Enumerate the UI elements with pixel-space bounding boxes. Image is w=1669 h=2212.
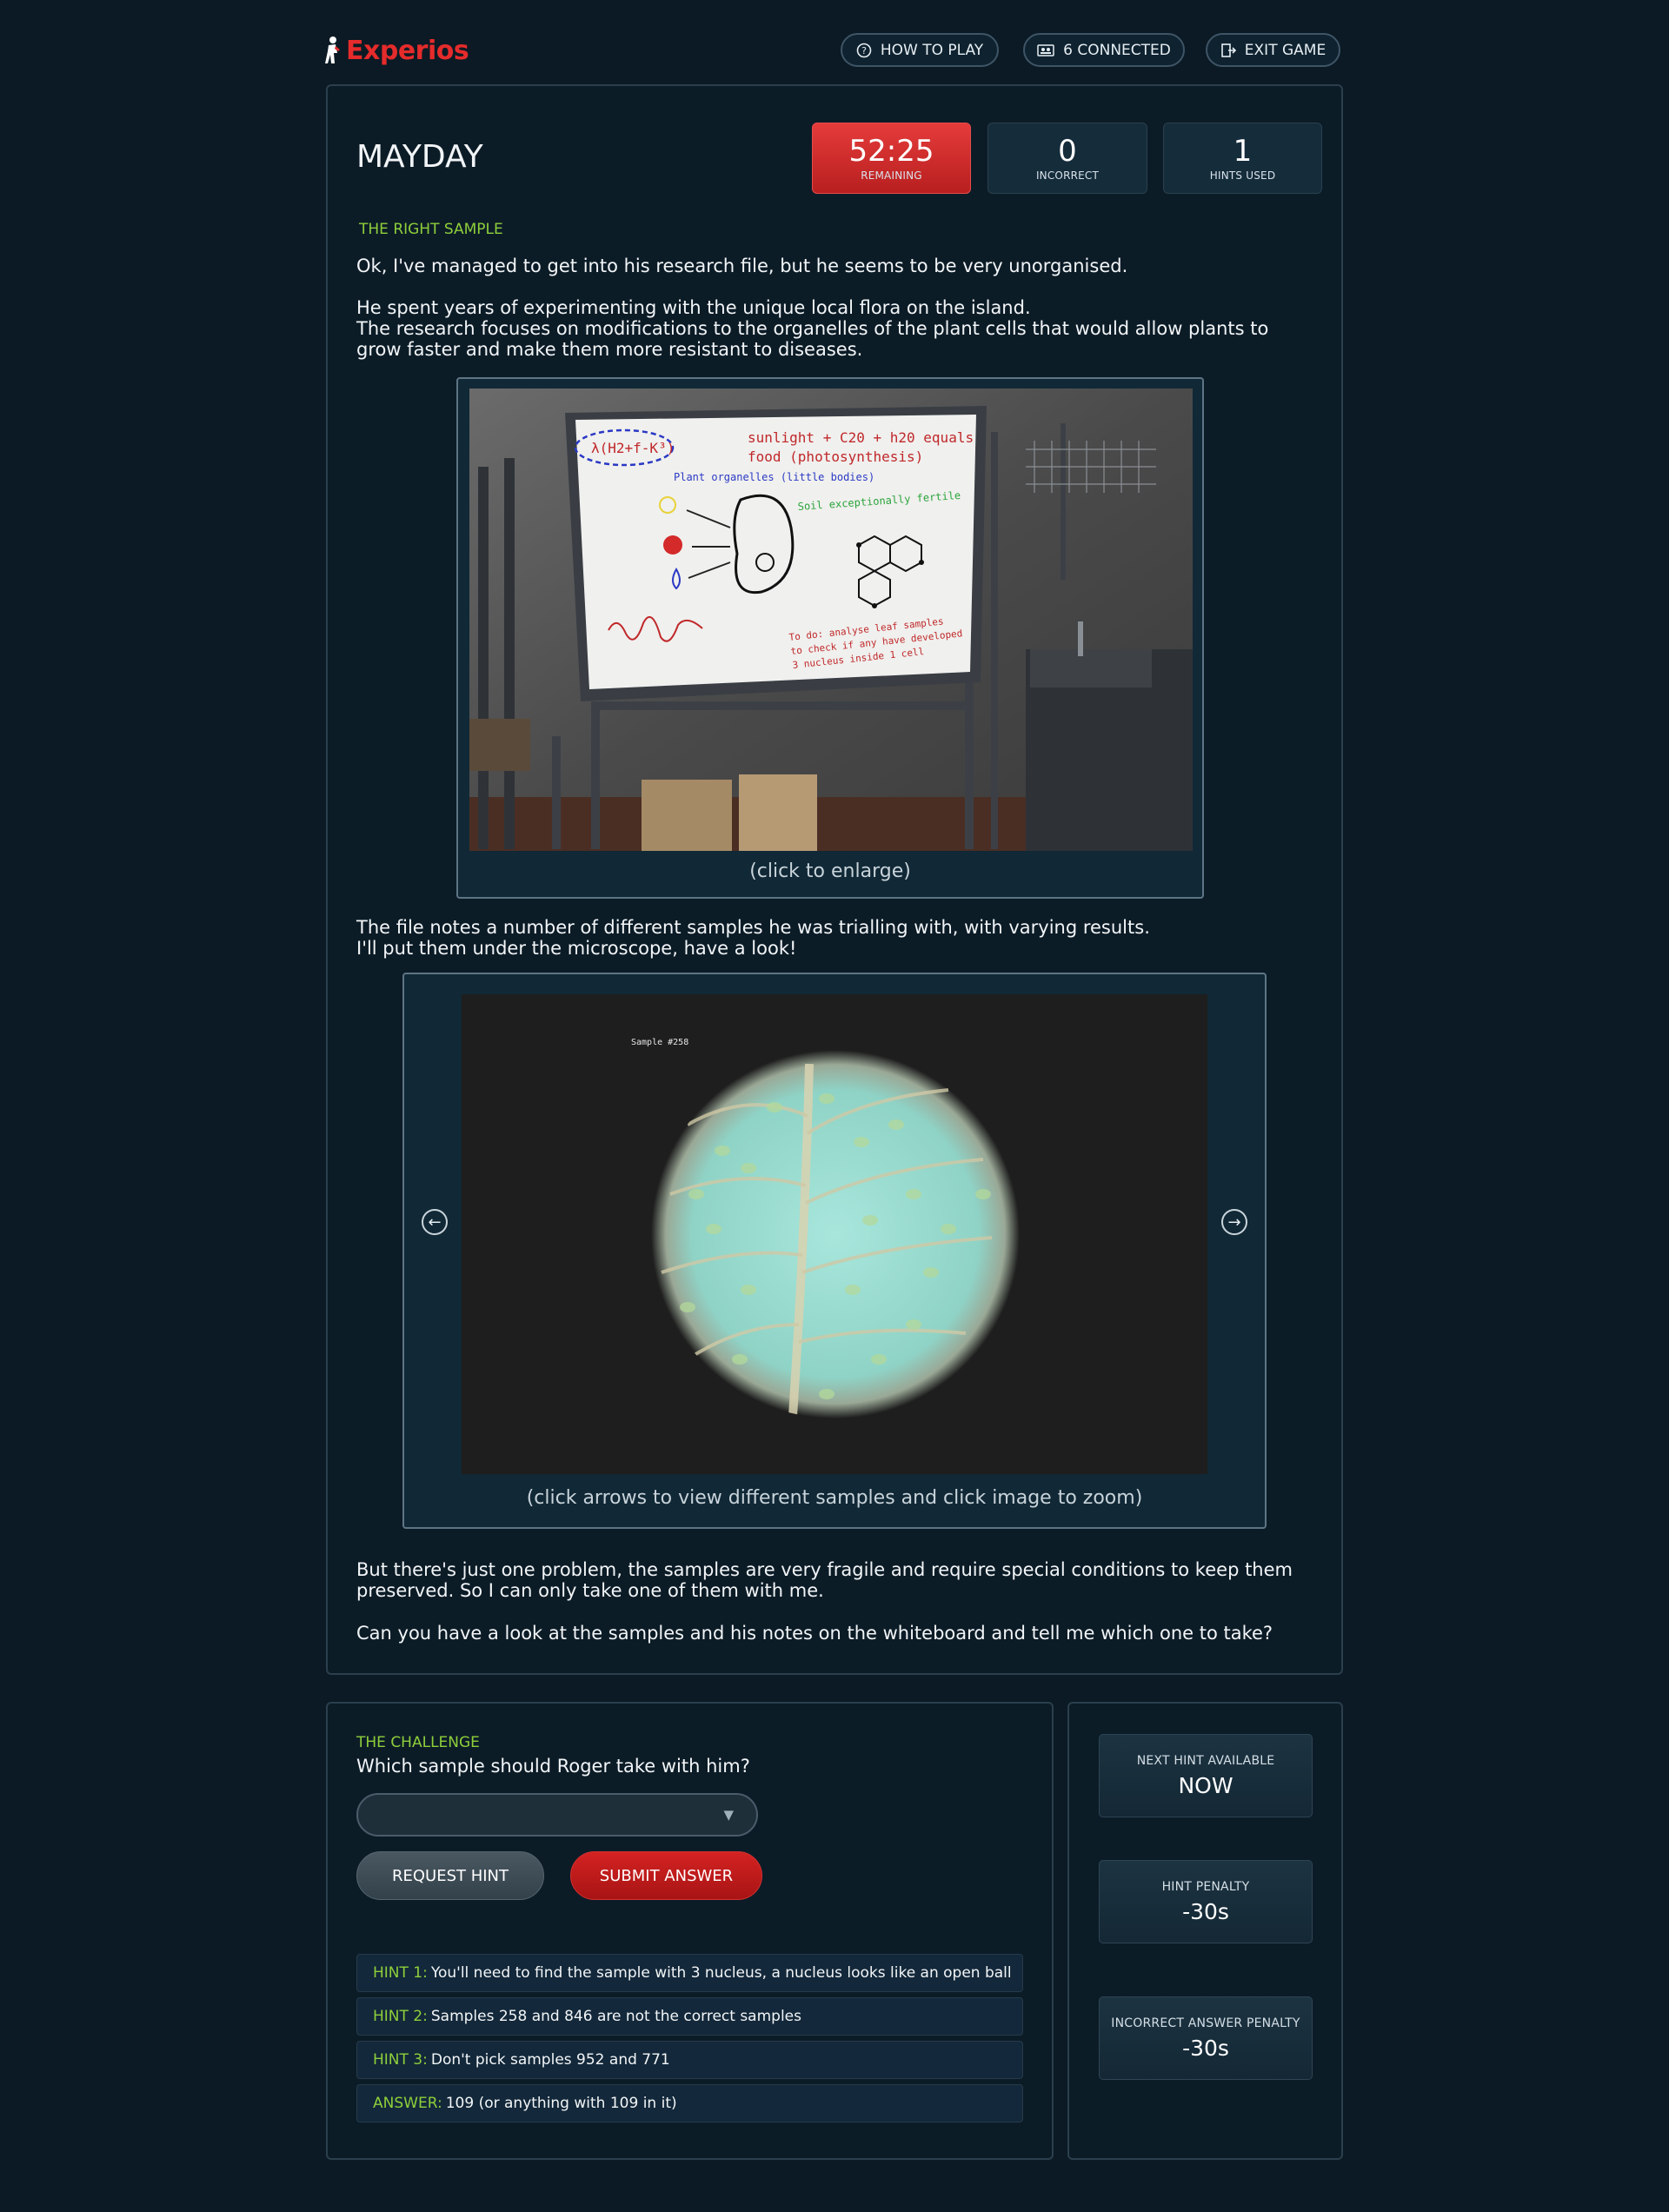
chevron-down-icon: ▼ (723, 1807, 734, 1823)
answer-text: 109 (or anything with 109 in it) (445, 2095, 677, 2112)
hint-item: HINT 1: You'll need to find the sample w… (356, 1954, 1023, 1992)
next-hint-value: NOW (1178, 1772, 1233, 1798)
arrow-left-icon: ← (428, 1212, 442, 1232)
next-hint-label: NEXT HINT AVAILABLE (1136, 1753, 1275, 1768)
incorrect-penalty-label: INCORRECT ANSWER PENALTY (1111, 2016, 1300, 2030)
explorer-icon (325, 37, 340, 63)
previous-sample-button[interactable]: ← (422, 1209, 448, 1235)
sample-select[interactable]: ▼ (356, 1793, 758, 1837)
story-paragraph-3a: The file notes a number of different sam… (356, 917, 1150, 938)
story-paragraph-2a: He spent years of experimenting with the… (356, 297, 1031, 318)
story-paragraph-3b: I'll put them under the microscope, have… (356, 938, 797, 959)
hint-penalty-box: HINT PENALTY -30s (1099, 1860, 1313, 1943)
next-hint-box: NEXT HINT AVAILABLE NOW (1099, 1734, 1313, 1817)
whiteboard-eq2b: food (photosynthesis) (748, 448, 923, 465)
hints-used-label: HINTS USED (1209, 169, 1276, 182)
whiteboard-eq1: λ(H2+f-K³) (591, 440, 675, 456)
hint-tag: HINT 1: (373, 1964, 428, 1982)
incorrect-penalty-box: INCORRECT ANSWER PENALTY -30s (1099, 1996, 1313, 2080)
incorrect-label: INCORRECT (1035, 169, 1100, 182)
how-to-play-button[interactable]: ? HOW TO PLAY (841, 33, 999, 67)
answer-tag: ANSWER: (373, 2095, 442, 2112)
request-hint-button[interactable]: REQUEST HINT (356, 1851, 544, 1900)
hint-item: HINT 2: Samples 258 and 846 are not the … (356, 1997, 1023, 2036)
answer-item: ANSWER: 109 (or anything with 109 in it) (356, 2084, 1023, 2122)
story-paragraph-4: But there's just one problem, the sample… (356, 1559, 1293, 1601)
help-icon: ? (856, 43, 872, 57)
hint-tag: HINT 2: (373, 2008, 428, 2025)
whiteboard-organelles: Plant organelles (little bodies) (674, 471, 874, 483)
incorrect-value: 0 (1058, 134, 1077, 169)
challenge-label: THE CHALLENGE (356, 1734, 480, 1751)
connected-players-button[interactable]: 6 CONNECTED (1023, 33, 1185, 67)
svg-text:?: ? (861, 45, 867, 56)
hints-used-box: 1 HINTS USED (1163, 123, 1322, 194)
hint-text: Samples 258 and 846 are not the correct … (430, 2008, 801, 2025)
story-paragraph-5: Can you have a look at the samples and h… (356, 1623, 1273, 1644)
image2-caption: (click arrows to view different samples … (526, 1487, 1143, 1509)
whiteboard-image-frame[interactable]: λ(H2+f-K³) sunlight + C20 + h20 equals f… (456, 377, 1204, 899)
image1-caption: (click to enlarge) (749, 860, 911, 882)
next-sample-button[interactable]: → (1221, 1209, 1247, 1235)
brand-logo[interactable]: Experios (323, 31, 469, 70)
challenge-question: Which sample should Roger take with him? (356, 1756, 750, 1777)
whiteboard-eq2a: sunlight + C20 + h20 equals (748, 429, 974, 446)
story-paragraph-1: Ok, I've managed to get into his researc… (356, 256, 1128, 276)
incorrect-box: 0 INCORRECT (987, 123, 1147, 194)
hint-item: HINT 3: Don't pick samples 952 and 771 (356, 2041, 1023, 2079)
microscope-sample-image[interactable]: Sample #258 (462, 994, 1207, 1474)
arrow-right-icon: → (1227, 1212, 1241, 1232)
story-paragraph-2b: The research focuses on modifications to… (356, 318, 1269, 360)
submit-answer-button[interactable]: SUBMIT ANSWER (570, 1851, 762, 1900)
connected-label: 6 CONNECTED (1063, 41, 1171, 59)
game-title: MAYDAY (356, 139, 483, 175)
how-to-play-label: HOW TO PLAY (880, 41, 984, 59)
microscope-viewer: ← → Sample #258 (click arrows to view di… (402, 973, 1267, 1529)
timer-value: 52:25 (848, 134, 934, 169)
sample-label: Sample #258 (631, 1038, 688, 1047)
hint-penalty-value: -30s (1182, 1898, 1229, 1924)
hint-penalty-label: HINT PENALTY (1161, 1879, 1250, 1894)
timer-box: 52:25 REMAINING (812, 123, 971, 194)
section-label: THE RIGHT SAMPLE (359, 221, 503, 238)
players-icon (1037, 43, 1054, 56)
hints-used-value: 1 (1233, 134, 1253, 169)
exit-icon (1220, 43, 1236, 57)
exit-game-label: EXIT GAME (1244, 41, 1327, 59)
hint-text: Don't pick samples 952 and 771 (430, 2051, 670, 2069)
hint-text: You'll need to find the sample with 3 nu… (430, 1964, 1012, 1982)
exit-game-button[interactable]: EXIT GAME (1206, 33, 1340, 67)
timer-label: REMAINING (861, 169, 922, 182)
brand-name: Experios (346, 35, 469, 66)
whiteboard-image[interactable]: λ(H2+f-K³) sunlight + C20 + h20 equals f… (469, 389, 1193, 851)
hint-tag: HINT 3: (373, 2051, 428, 2069)
incorrect-penalty-value: -30s (1182, 2035, 1229, 2061)
